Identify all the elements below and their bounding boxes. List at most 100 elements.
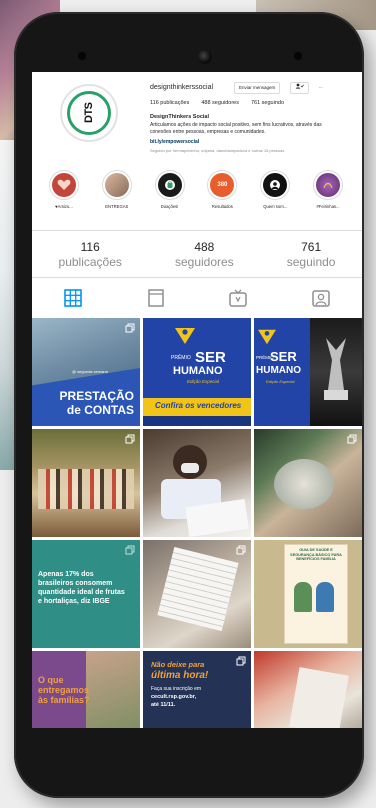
post-small-3: até 11/11. [151,702,176,708]
number-icon: 380 [210,173,235,197]
fair-icon [315,173,340,197]
highlight-entregas[interactable]: ENTREGAS [99,170,135,214]
prize-label: PRÊMIO [171,355,191,361]
trophy-logo-icon [175,328,195,344]
photo-icon [104,173,129,197]
instagram-profile-screen: DTS designthinkerssocial Enviar mensagem… [32,72,362,728]
post-photo-volunteer[interactable] [143,429,251,537]
tab-feed[interactable] [136,280,176,316]
post-text: Apenas 17% dos brasileiros consomem quan… [38,571,125,605]
highlight-doacoes[interactable]: Doações! [152,170,188,214]
inline-stats: 116 publicações 488 seguidores 761 segui… [150,100,284,106]
tv-icon [229,289,247,307]
person-head [173,445,207,479]
prize-edition: Edição Especial [187,379,220,384]
inline-followers-count[interactable]: 488 seguidores [201,100,239,106]
post-photo-group[interactable] [32,429,140,537]
front-camera [198,50,212,64]
posts-count-number: 116 [80,239,100,254]
highlight-feirinhas[interactable]: #Feirinhas... [310,170,346,214]
highlight-label: Resultados [211,204,233,209]
tab-igtv[interactable] [218,280,258,316]
carousel-icon [236,656,246,666]
trophy-figure [324,338,348,400]
post-premio-ser-humano[interactable]: PRÊMIO SER HUMANO Edição Especial Confir… [143,318,251,426]
followed-by-text[interactable]: Seguido por hermapeixinho, udyana, danub… [150,148,284,153]
post-o-que-entregamos[interactable]: O que entregamos às famílias? [32,651,140,728]
feed-icon [148,289,164,307]
group-people [38,469,134,509]
prize-edition: Edição Especial [266,379,295,384]
bio-link[interactable]: bit.ly/empowersocial [150,139,199,145]
bio-name: DesignThinkers Social [150,114,209,120]
carousel-icon [236,545,246,555]
posts-count-label: publicações [58,254,122,269]
post-title-line1: PRESTAÇÃO [59,389,134,403]
message-button[interactable]: Enviar mensagem [234,82,281,94]
prize-banner-text: Confira os vencedores [155,401,242,410]
food-basket [274,459,334,509]
trophy-logo-icon [258,329,276,345]
prize-humano: HUMANO [173,365,223,377]
following-count[interactable]: 761 seguindo [287,240,336,269]
story-highlights: ♥Amizu... ENTREGAS Doações! 380 Resultad… [46,170,346,214]
options-button[interactable]: ... [315,82,327,92]
following-button[interactable] [290,82,309,94]
post-nao-deixe[interactable]: Não deixe para última hora! Faça sua ins… [143,651,251,728]
heart-hands-icon [52,173,76,197]
carousel-icon [347,434,357,444]
carousel-icon [125,545,135,555]
post-photo-form[interactable] [143,540,251,648]
highlight-quem-somos[interactable]: Quem som... [257,170,293,214]
post-prestacao-de-contas[interactable]: @ segunda semana PRESTAÇÃO de CONTAS [32,318,140,426]
post-premio-trofeu[interactable]: PRÊMIO SER HUMANO Edição Especial [254,318,362,426]
paper-form [289,667,349,728]
highlight-label: Quem som... [263,204,288,209]
paper-form [157,547,239,631]
carousel-icon [125,323,135,333]
posts-count: 116 publicações [59,240,122,269]
prize-humano: HUMANO [256,365,301,376]
guide-figure-left [294,582,312,612]
bag-icon [157,173,182,197]
highlight-label: ♥Amizu... [55,204,73,209]
highlight-amizu[interactable]: ♥Amizu... [46,170,82,214]
post-photo-baskets[interactable] [254,429,362,537]
tab-tagged[interactable] [301,280,341,316]
following-count-number: 761 [301,239,322,254]
post-photo-delivery[interactable] [254,651,362,728]
followers-count-label: seguidores [174,254,234,269]
guide-figure-right [316,582,334,612]
inline-following-count[interactable]: 761 seguindo [251,100,284,106]
post-headline-1: Não deixe para [151,660,205,669]
post-small-2: cecult.rsp.gov.br, [151,694,197,700]
tab-posts-grid[interactable] [53,280,93,316]
bio-text: Articulamos ações de impacto social posi… [150,122,322,135]
profile-username: designthinkerssocial [150,84,214,91]
post-title-line2: de CONTAS [66,403,134,417]
dts-logo: DTS [67,91,111,135]
followers-count[interactable]: 488 seguidores [175,240,234,269]
post-small-text: @ segunda semana [72,369,108,374]
people-icon [263,173,288,197]
guide-title: GUIA DE SAÚDE E SEGURANÇA BÁSICO PARA BE… [290,548,342,562]
highlight-label: #Feirinhas... [316,204,340,209]
inline-posts-count: 116 publicações [150,100,190,106]
post-headline-2: última hora! [151,670,209,681]
grid-icon [64,289,83,307]
post-guia-saude[interactable]: GUIA DE SAÚDE E SEGURANÇA BÁSICO PARA BE… [254,540,362,648]
highlight-resultados[interactable]: 380 Resultados [204,170,240,214]
carousel-icon [125,434,135,444]
highlight-label: Doações! [160,204,179,209]
highlight-label: ENTREGAS [105,204,129,209]
sensor-dot [294,52,302,60]
post-text: O que entregamos às famílias? [38,675,90,705]
profile-counts: 116 publicações 488 seguidores 761 segui… [32,230,362,277]
prize-ser: SER [195,349,226,366]
following-count-label: seguindo [286,254,336,269]
avatar[interactable]: DTS [60,84,118,142]
face-mask [181,463,199,473]
sensor-dot [78,52,86,60]
post-ibge-frutas[interactable]: Apenas 17% dos brasileiros consomem quan… [32,540,140,648]
post-footer-bar [143,416,251,426]
